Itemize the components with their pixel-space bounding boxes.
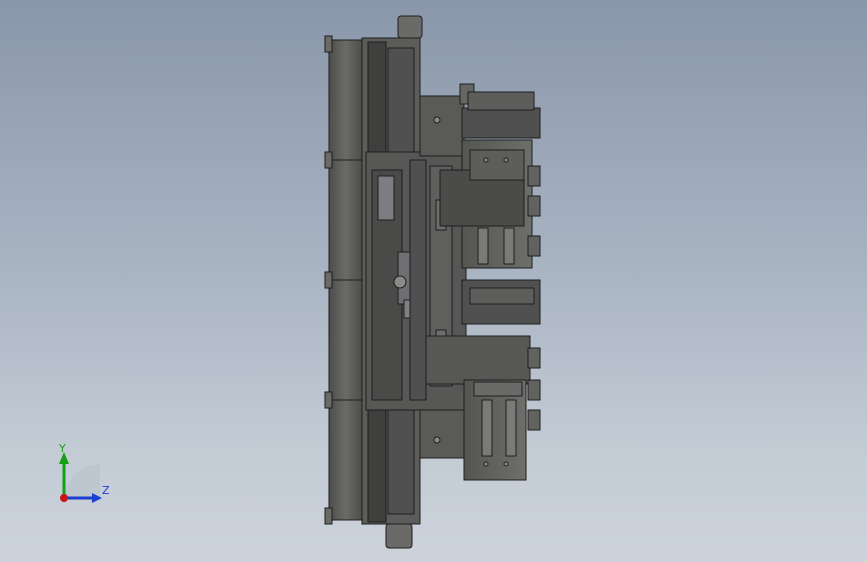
lower-cylinder (425, 335, 531, 385)
knob (324, 35, 333, 53)
bottom-clamp (385, 523, 413, 549)
graphics-viewport[interactable]: Y Z (0, 0, 867, 562)
triad-axes (59, 452, 102, 503)
coordinate-triad: Y Z (46, 440, 126, 516)
y-axis-label: Y (59, 442, 66, 455)
assembly-model[interactable] (0, 0, 867, 562)
top-clamp (397, 15, 423, 39)
z-axis-label: Z (102, 484, 110, 497)
knob (324, 271, 333, 289)
knob (324, 507, 333, 525)
knob (324, 391, 333, 409)
knob (324, 151, 333, 169)
upper-block (461, 107, 541, 139)
